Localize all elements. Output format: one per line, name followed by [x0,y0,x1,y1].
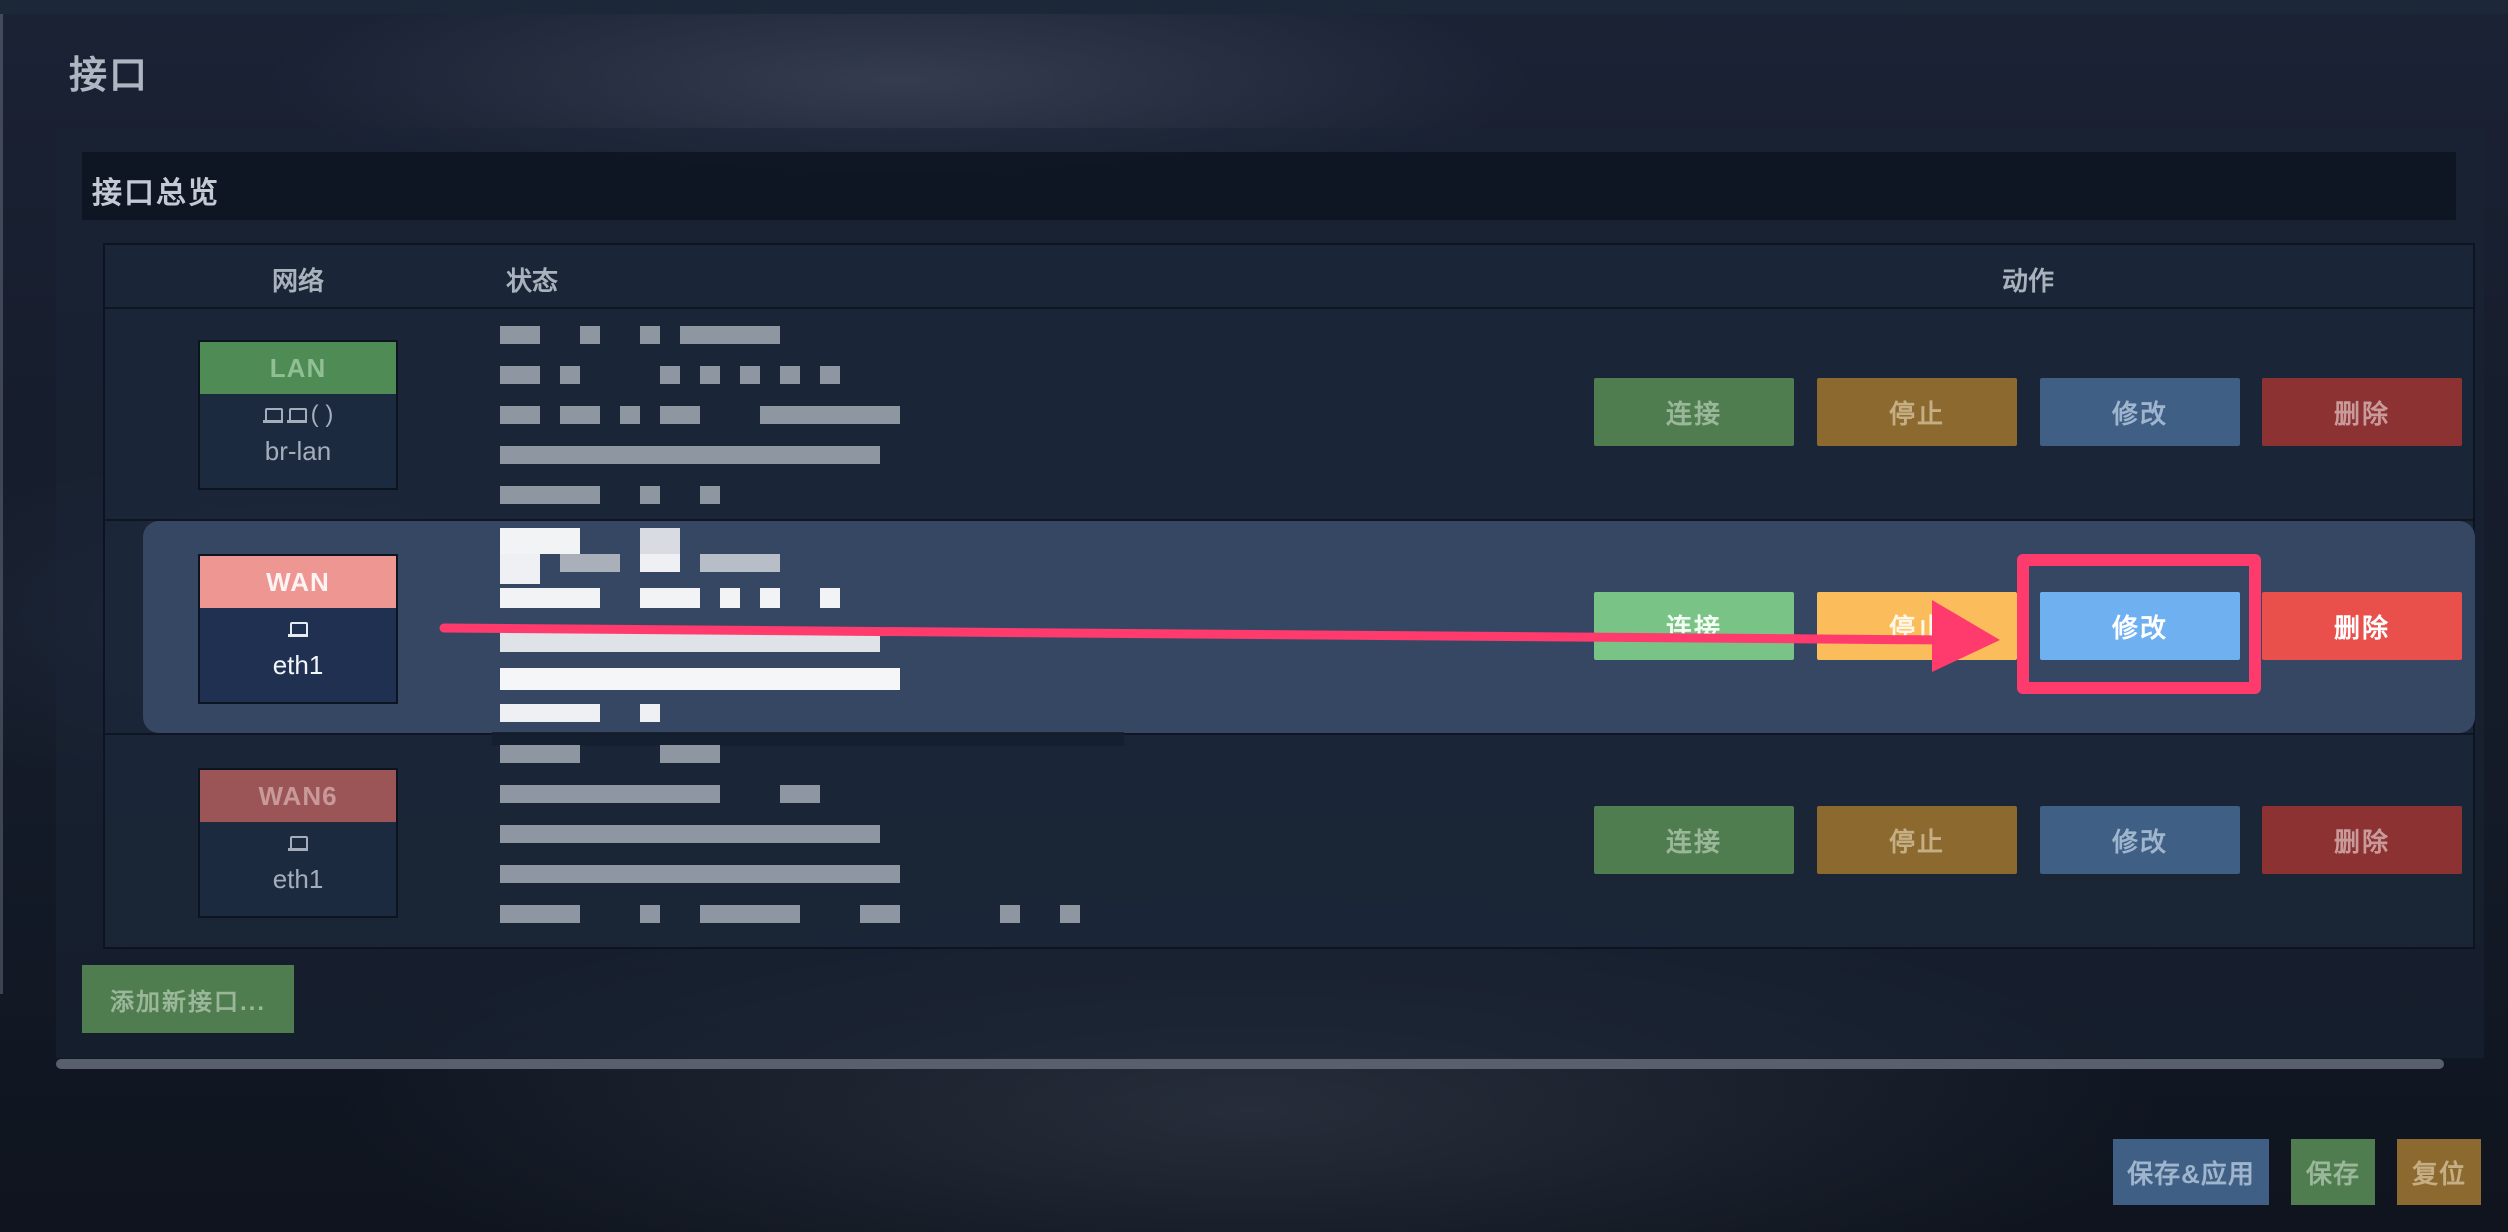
bridge-icon [262,406,283,424]
interface-card-wan6[interactable]: WAN6 eth1 [198,768,398,918]
bridge-members: ( ) [310,401,334,428]
interface-device: br-lan [264,436,332,466]
interface-device: eth1 [272,650,324,680]
save-apply-button[interactable]: 保存&应用 [2113,1139,2269,1205]
sidebar-edge [0,14,3,994]
column-header-actions: 动作 [2002,266,2055,296]
network-port-icon [286,406,307,424]
stop-button-wan[interactable]: 停止 [1817,592,2017,660]
interface-name-badge: LAN [200,342,396,394]
stop-button-wan6[interactable]: 停止 [1817,806,2017,874]
interface-name-badge: WAN6 [200,770,396,822]
delete-button-wan6[interactable]: 删除 [2262,806,2462,874]
connect-button-wan6[interactable]: 连接 [1594,806,1794,874]
section-header [82,152,2456,220]
horizontal-scrollbar[interactable] [56,1059,2444,1069]
bridge-icons: ( ) [200,394,396,436]
device-icons [200,608,396,650]
connect-button-lan[interactable]: 连接 [1594,378,1794,446]
column-header-network: 网络 [272,266,325,296]
table-header-divider [105,307,2473,309]
device-icons [200,822,396,864]
row-shadow [492,732,1124,746]
network-port-icon [288,834,308,852]
save-button[interactable]: 保存 [2291,1139,2375,1205]
network-port-icon [288,620,308,638]
column-header-status: 状态 [506,266,559,296]
connect-button-wan[interactable]: 连接 [1594,592,1794,660]
add-interface-button[interactable]: 添加新接口... [82,965,294,1033]
interface-name-badge: WAN [200,556,396,608]
highlight-callout-box [2017,554,2261,694]
stop-button-lan[interactable]: 停止 [1817,378,2017,446]
interface-card-wan[interactable]: WAN eth1 [198,554,398,704]
delete-button-wan[interactable]: 删除 [2262,592,2462,660]
edit-button-wan6[interactable]: 修改 [2040,806,2240,874]
delete-button-lan[interactable]: 删除 [2262,378,2462,446]
section-title: 接口总览 [92,177,220,210]
table-row-divider [105,733,2473,735]
reset-button[interactable]: 复位 [2397,1139,2481,1205]
page-title: 接口 [69,55,150,97]
top-bar [0,0,2508,14]
interface-card-lan[interactable]: LAN ( ) br-lan [198,340,398,490]
interface-device: eth1 [272,864,324,894]
edit-button-lan[interactable]: 修改 [2040,378,2240,446]
